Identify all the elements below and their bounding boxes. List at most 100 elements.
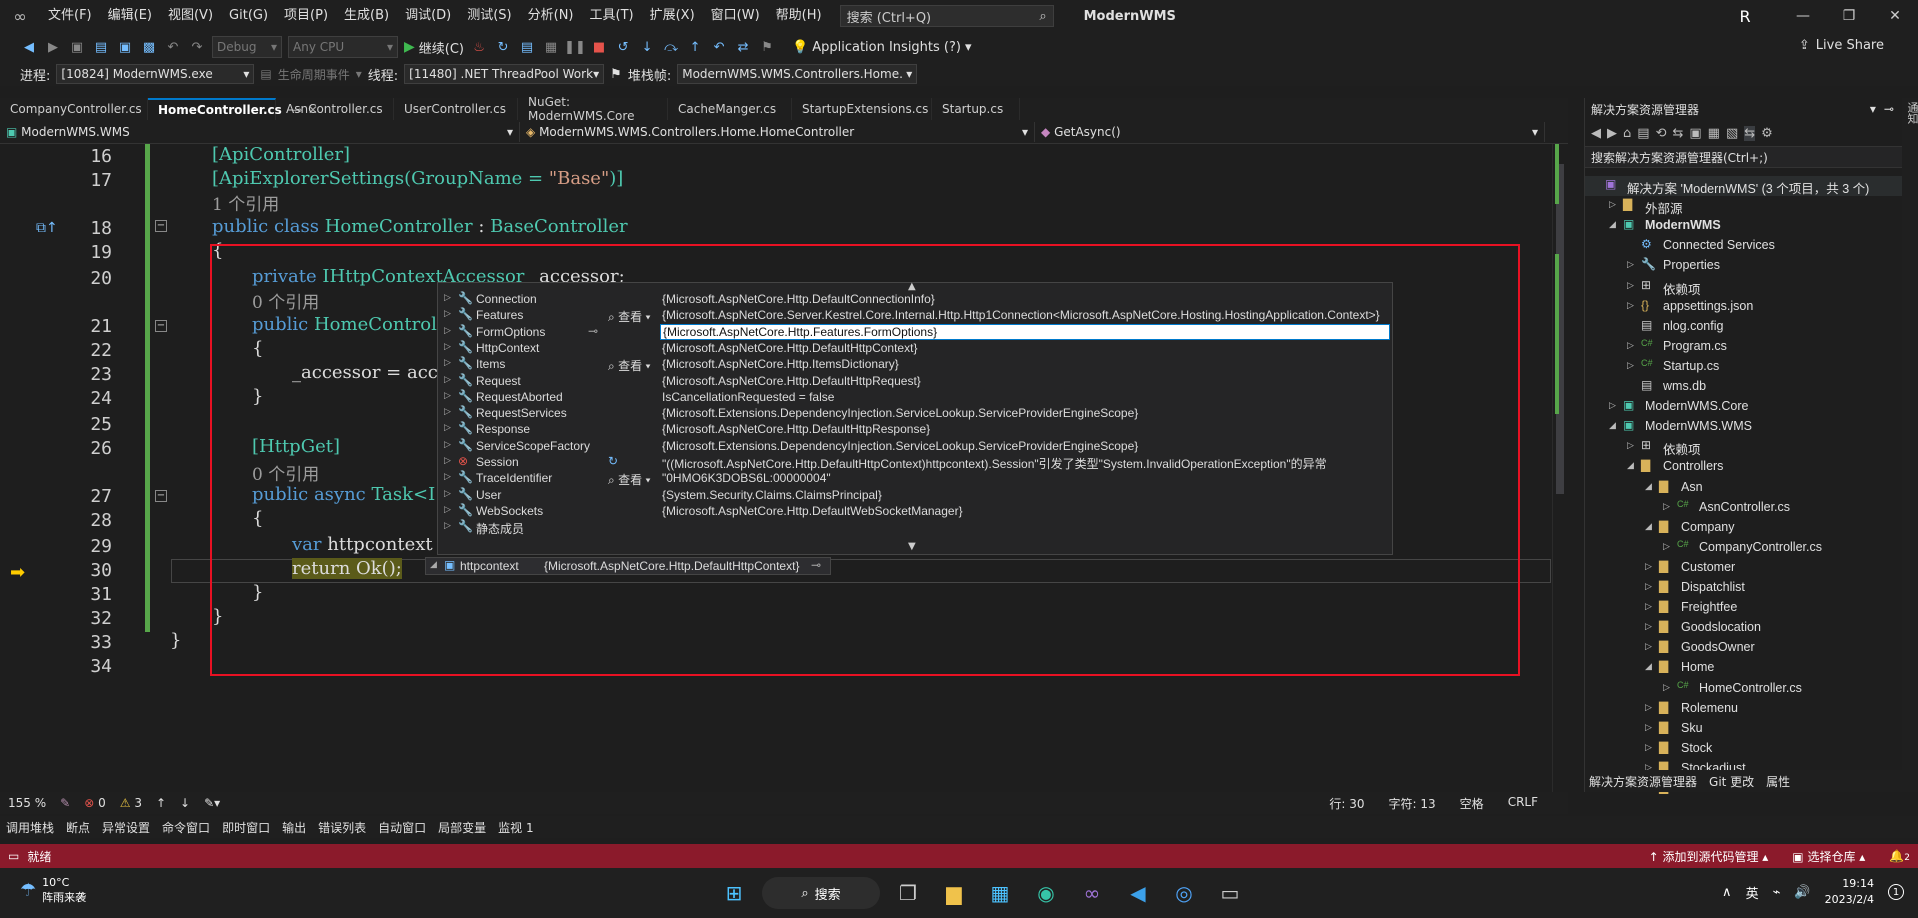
codelens-icon[interactable]: ⧉↑ — [36, 220, 58, 236]
side-tab-notifications[interactable]: 通知 — [1904, 102, 1918, 124]
menu-item[interactable]: 工具(T) — [582, 0, 642, 32]
add-source-control-button[interactable]: ↑ 添加到源代码管理 ▴ — [1649, 848, 1769, 865]
datatip-row[interactable]: ▷ 🔧 Response {Microsoft.AspNetCore.Http.Def… — [438, 421, 1392, 437]
expand-icon[interactable]: ▷ — [444, 439, 451, 450]
stop-icon[interactable]: ■ — [590, 38, 608, 56]
show-next-icon[interactable]: ⇄ — [734, 38, 752, 56]
expanded-icon[interactable]: ◢ — [1645, 661, 1652, 672]
expanded-icon[interactable]: ◢ — [1645, 481, 1652, 492]
collapsed-icon[interactable]: ▷ — [1663, 682, 1670, 693]
windows-start-icon[interactable]: ⊞ — [716, 875, 752, 911]
vscode-icon[interactable]: ◀ — [1120, 875, 1156, 911]
tree-item[interactable]: ▷ ⊞ 依赖项 — [1585, 277, 1915, 297]
tree-item[interactable]: ◢ ▇ Company — [1585, 518, 1915, 538]
browser-icon[interactable]: ▤ — [518, 38, 536, 56]
panel-tab[interactable]: 解决方案资源管理器 — [1589, 773, 1697, 790]
chevron-up-icon[interactable]: ∧ — [1722, 885, 1732, 900]
editor-scrollbar[interactable] — [1552, 144, 1566, 792]
menu-item[interactable]: 帮助(H) — [768, 0, 830, 32]
collapsed-icon[interactable]: ▷ — [1645, 722, 1652, 733]
visual-studio-icon[interactable]: ∞ — [1074, 875, 1110, 911]
collapsed-icon[interactable]: ▷ — [1645, 581, 1652, 592]
edge-icon[interactable]: ◉ — [1028, 875, 1064, 911]
tree-item[interactable]: ◢ ▇ Controllers — [1585, 457, 1915, 477]
step-back-icon[interactable]: ↶ — [710, 38, 728, 56]
tool-window-tab[interactable]: 调用堆栈 — [6, 819, 54, 836]
menu-item[interactable]: 视图(V) — [160, 0, 221, 32]
minimize-icon[interactable]: — — [1780, 0, 1826, 32]
close-icon[interactable]: ✕ — [1872, 0, 1918, 32]
lifecycle-label[interactable]: 生命周期事件 — [278, 66, 350, 83]
menu-item[interactable]: Git(G) — [221, 0, 276, 32]
tree-item[interactable]: ▤ wms.db — [1585, 377, 1915, 397]
refresh-icon[interactable]: ↻ — [608, 454, 618, 468]
fold-toggle-icon[interactable]: − — [155, 220, 167, 232]
collapsed-icon[interactable]: ▷ — [1663, 501, 1670, 512]
menu-item[interactable]: 文件(F) — [40, 0, 100, 32]
expanded-icon[interactable]: ◢ — [1627, 460, 1634, 471]
history-icon[interactable]: ⟲ — [1656, 126, 1667, 141]
tree-item[interactable]: ▷ ▇ Dispatchlist — [1585, 578, 1915, 598]
tab-homecontroller-cs[interactable]: HomeController.cs ⊸ ✕ — [148, 98, 318, 120]
collapsed-icon[interactable]: ▷ — [1609, 400, 1616, 411]
datatip-row[interactable]: ▷ 🔧 User {System.Security.Claims.ClaimsPrin… — [438, 487, 1392, 503]
process-combo[interactable]: [10824] ModernWMS.exe ▾ — [56, 64, 255, 84]
home-icon[interactable]: ⌂ — [1623, 126, 1631, 141]
codelens-references[interactable]: 1 个引用 — [212, 190, 279, 215]
datatip-row[interactable]: ▷ 🔧 RequestAborted IsCancellationRequested … — [438, 389, 1392, 405]
datatip-row[interactable]: ▷ 🔧 Request {Microsoft.AspNetCore.Http.Defa… — [438, 373, 1392, 389]
tree-item[interactable]: ▷ C# HomeController.cs — [1585, 679, 1915, 699]
datatip-row[interactable]: ▷ 🔧 TraceIdentifier ⌕ 查看 ▾ "0HMO6K3DOBS6L:00… — [438, 470, 1392, 487]
warning-count[interactable]: ⚠ 3 — [120, 796, 142, 810]
expand-icon[interactable]: ▷ — [444, 390, 451, 401]
notification-bell[interactable]: 🔔2 — [1889, 849, 1910, 863]
class-dropdown[interactable]: ◈ ModernWMS.WMS.Controllers.Home.HomeCon… — [520, 121, 1035, 142]
expand-icon[interactable]: ▷ — [444, 422, 451, 433]
stack-frame-combo[interactable]: ModernWMS.WMS.Controllers.Home. ▾ — [677, 64, 918, 84]
collapsed-icon[interactable]: ▷ — [1645, 561, 1652, 572]
tree-item[interactable]: ▣ 解决方案 'ModernWMS' (3 个项目，共 3 个) — [1585, 176, 1915, 196]
solution-search-input[interactable]: 搜索解决方案资源管理器(Ctrl+;) ⌕ — [1585, 146, 1918, 168]
expand-icon[interactable]: ▷ — [444, 520, 451, 531]
forward-icon[interactable]: ▶ — [1607, 126, 1617, 141]
menu-item[interactable]: 窗口(W) — [703, 0, 768, 32]
zoom-level[interactable]: 155 % — [8, 796, 46, 810]
collapsed-icon[interactable]: ▷ — [1663, 541, 1670, 552]
redo-icon[interactable]: ↷ — [188, 38, 206, 56]
menu-item[interactable]: 生成(B) — [336, 0, 397, 32]
collapsed-icon[interactable]: ▷ — [1645, 621, 1652, 632]
menu-item[interactable]: 编辑(E) — [100, 0, 160, 32]
expand-icon[interactable]: ▷ — [444, 341, 451, 352]
tool-window-tab[interactable]: 自动窗口 — [378, 819, 426, 836]
tool-window-tab[interactable]: 错误列表 — [318, 819, 366, 836]
volume-icon[interactable]: 🔊 — [1794, 885, 1810, 900]
scroll-down-icon[interactable]: ▼ — [908, 541, 916, 552]
whitespace-indicator[interactable]: 空格 — [1460, 795, 1484, 812]
tool-window-tab[interactable]: 局部变量 — [438, 819, 486, 836]
menu-item[interactable]: 分析(N) — [520, 0, 582, 32]
expand-icon[interactable]: ▷ — [444, 471, 451, 482]
tool-window-tab[interactable]: 监视 1 — [498, 819, 533, 836]
back-icon[interactable]: ◀ — [1591, 126, 1601, 141]
tree-item[interactable]: ▷ ▇ Stock — [1585, 739, 1915, 759]
expand-icon[interactable]: ▷ — [444, 406, 451, 417]
tab-nuget-modernwms-core[interactable]: NuGet: ModernWMS.Core — [518, 95, 668, 123]
fold-toggle-icon[interactable]: − — [155, 320, 167, 332]
expand-icon[interactable]: ▷ — [444, 292, 451, 303]
datatip-row[interactable]: ▷ 🔧 ServiceScopeFactory {Microsoft.Extensio… — [438, 438, 1392, 454]
tree-item[interactable]: ◢ ▇ Asn — [1585, 478, 1915, 498]
datatip-value-editor[interactable]: {Microsoft.AspNetCore.Http.Features.Form… — [660, 323, 1390, 340]
datatip-row[interactable]: ▷ 🔧 RequestServices {Microsoft.Extensions.D… — [438, 405, 1392, 421]
tab-companycontroller-cs[interactable]: CompanyController.cs — [0, 98, 148, 120]
tree-item[interactable]: ▷ {} appsettings.json — [1585, 297, 1915, 317]
panel-tab[interactable]: 属性 — [1766, 773, 1790, 790]
tree-item[interactable]: ▷ ▇ 外部源 — [1585, 196, 1915, 216]
tab-usercontroller-cs[interactable]: UserController.cs — [394, 98, 518, 120]
tree-item[interactable]: ▷ ▇ Rolemenu — [1585, 699, 1915, 719]
fold-toggle-icon[interactable]: − — [155, 490, 167, 502]
browser-app-icon[interactable]: ◎ — [1166, 875, 1202, 911]
menu-item[interactable]: 扩展(X) — [642, 0, 703, 32]
datatip-row[interactable]: ▷ 🔧 FormOptions ⊸ {Microsoft.AspNetCore.Http… — [438, 323, 1392, 340]
chevron-down-icon[interactable]: ▾ — [1870, 102, 1876, 116]
up-icon[interactable]: ↑ — [156, 796, 166, 810]
